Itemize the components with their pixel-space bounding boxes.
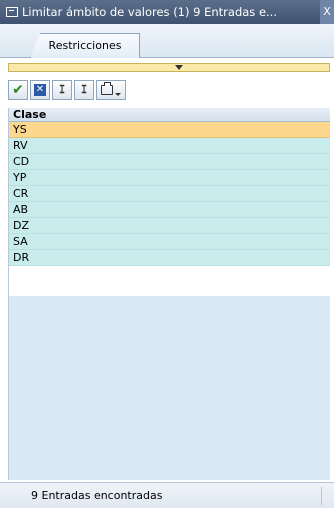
- find-icon: ꕯ: [59, 83, 65, 96]
- checkmark-icon: ✔: [12, 82, 24, 98]
- status-text: 9 Entradas encontradas: [31, 489, 163, 502]
- status-separator: [321, 487, 322, 505]
- cancel-icon: ✕: [34, 84, 46, 96]
- find-next-icon: ꕯ: [81, 83, 87, 96]
- tab-strip: Restricciones: [0, 24, 334, 58]
- tab-restricciones[interactable]: Restricciones: [30, 33, 140, 58]
- table-row[interactable]: DR: [9, 250, 330, 266]
- find-button[interactable]: ꕯ: [52, 80, 72, 100]
- toolbar: ✔ ✕ ꕯ ꕯ: [8, 80, 126, 102]
- table-row[interactable]: YP: [9, 170, 330, 186]
- table-row[interactable]: DZ: [9, 218, 330, 234]
- table-row[interactable]: RV: [9, 138, 330, 154]
- window-icon: [6, 7, 18, 17]
- table-row[interactable]: CD: [9, 154, 330, 170]
- column-header-clase[interactable]: Clase: [9, 108, 330, 122]
- table-row[interactable]: YS: [9, 122, 330, 138]
- filter-toggle-bar[interactable]: [8, 63, 330, 72]
- grid-empty-area: [9, 296, 330, 480]
- results-grid: Clase YS RV CD YP CR AB DZ SA DR: [8, 108, 330, 480]
- table-row[interactable]: SA: [9, 234, 330, 250]
- confirm-button[interactable]: ✔: [8, 80, 28, 100]
- find-next-button[interactable]: ꕯ: [74, 80, 94, 100]
- window-title: Limitar ámbito de valores (1) 9 Entradas…: [22, 5, 277, 19]
- table-row[interactable]: AB: [9, 202, 330, 218]
- status-bar: 9 Entradas encontradas: [0, 482, 334, 508]
- cancel-button[interactable]: ✕: [30, 80, 50, 100]
- expand-triangle-icon[interactable]: [175, 65, 183, 70]
- table-row[interactable]: CR: [9, 186, 330, 202]
- close-button[interactable]: X: [320, 0, 334, 24]
- print-button[interactable]: [96, 80, 126, 100]
- dropdown-arrow-icon: [115, 92, 121, 96]
- print-icon: [101, 82, 113, 95]
- window-title-bar: Limitar ámbito de valores (1) 9 Entradas…: [0, 0, 334, 24]
